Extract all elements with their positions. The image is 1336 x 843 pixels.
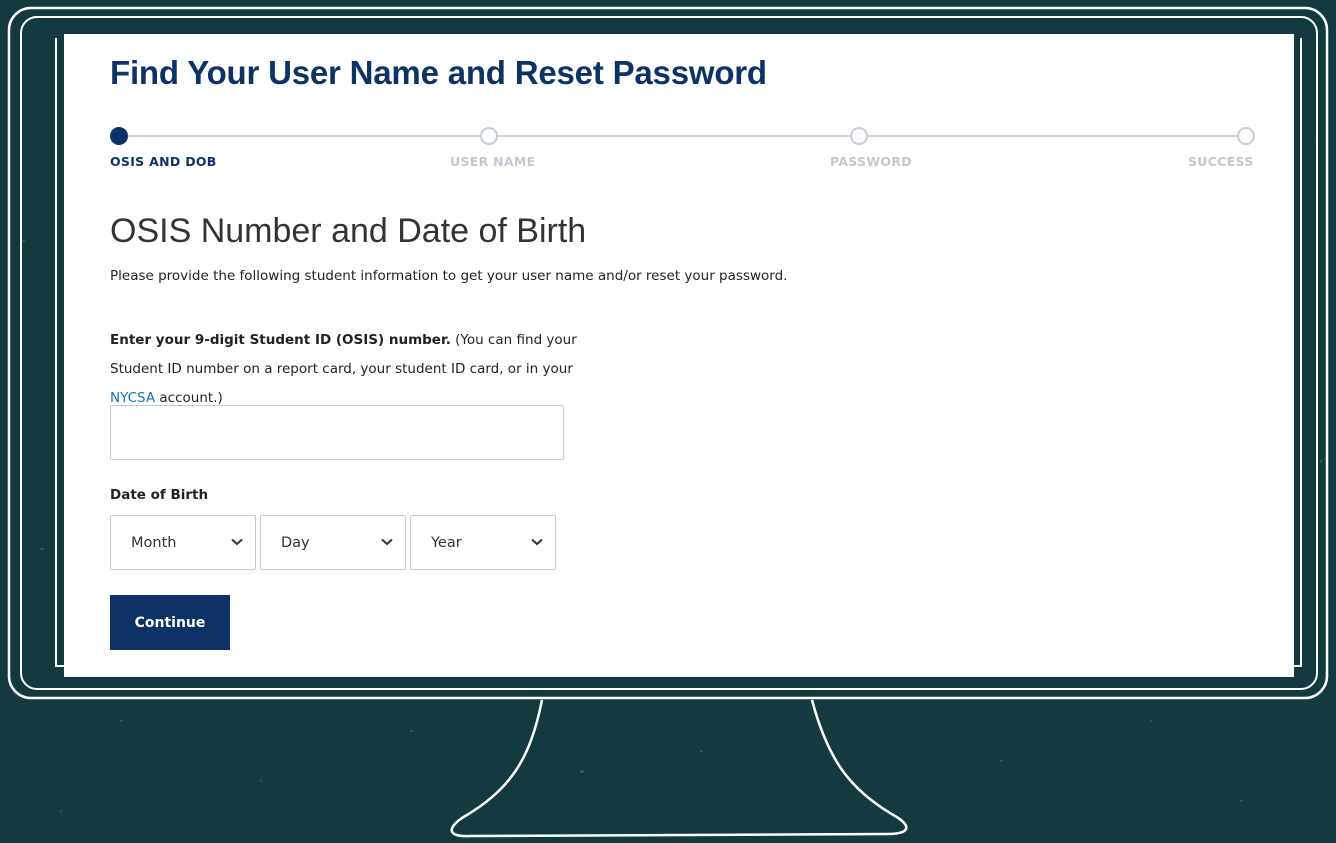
chevron-down-icon xyxy=(531,538,543,546)
step-label-password: PASSWORD xyxy=(830,154,912,169)
step-2-dot-icon xyxy=(480,127,498,145)
month-select[interactable]: Month xyxy=(110,515,256,570)
step-1-dot-icon xyxy=(110,127,128,145)
step-3-dot-icon xyxy=(850,127,868,145)
chevron-down-icon xyxy=(381,538,393,546)
month-select-value: Month xyxy=(131,535,177,551)
osis-number-input[interactable] xyxy=(110,405,564,460)
stepper-connector xyxy=(867,135,1237,137)
day-select[interactable]: Day xyxy=(260,515,406,570)
chevron-down-icon xyxy=(231,538,243,546)
step-label-success: SUCCESS xyxy=(1188,154,1254,169)
year-select-value: Year xyxy=(431,535,462,551)
day-select-value: Day xyxy=(281,535,310,551)
stepper-connector xyxy=(128,135,480,137)
date-of-birth-label: Date of Birth xyxy=(110,487,209,503)
step-label-osis-and-dob: OSIS AND DOB xyxy=(110,154,217,169)
year-select[interactable]: Year xyxy=(410,515,556,570)
browser-screen: Find Your User Name and Reset Password O… xyxy=(64,34,1294,677)
step-4-dot-icon xyxy=(1237,127,1255,145)
osis-field-label: Enter your 9-digit Student ID (OSIS) num… xyxy=(110,326,580,413)
stepper-connector xyxy=(498,135,850,137)
nycsa-link[interactable]: NYCSA xyxy=(110,390,155,406)
step-label-user-name: USER NAME xyxy=(450,154,536,169)
osis-label-bold: Enter your 9-digit Student ID (OSIS) num… xyxy=(110,332,451,348)
continue-button[interactable]: Continue xyxy=(110,595,230,650)
intro-text: Please provide the following student inf… xyxy=(110,268,788,284)
page-title: Find Your User Name and Reset Password xyxy=(110,54,767,91)
progress-stepper: OSIS AND DOB USER NAME PASSWORD SUCCESS xyxy=(110,126,1255,176)
osis-label-end: account.) xyxy=(155,390,223,406)
section-heading: OSIS Number and Date of Birth xyxy=(110,212,587,250)
